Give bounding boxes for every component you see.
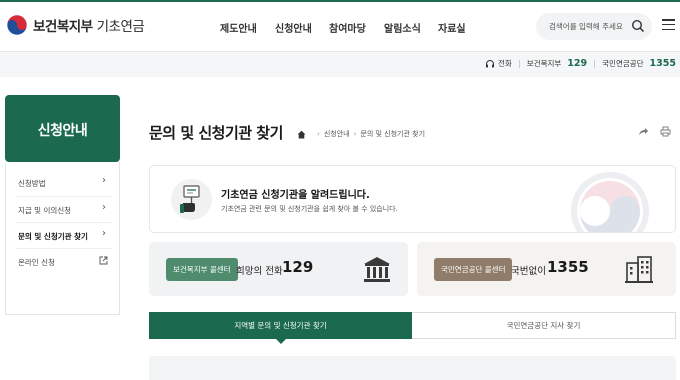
sidebar-item-payment-appeal[interactable]: 지급 및 이의신청 › bbox=[6, 196, 119, 222]
breadcrumb-separator: › bbox=[353, 130, 357, 138]
sidebar-item-online-apply[interactable]: 온라인 신청 bbox=[6, 248, 119, 274]
headset-icon bbox=[485, 59, 494, 67]
search-tabs: 지역별 문의 및 신청기관 찾기 국민연금공단 지사 찾기 bbox=[149, 312, 676, 344]
breadcrumb: › 신청안내 › 문의 및 신청기관 찾기 bbox=[297, 129, 425, 139]
chevron-right-icon: › bbox=[102, 175, 106, 186]
nav-item-system[interactable]: 제도안내 bbox=[220, 20, 257, 35]
print-icon[interactable] bbox=[660, 126, 671, 137]
sidebar-header: 신청안내 bbox=[5, 95, 120, 162]
nav-item-resources[interactable]: 자료실 bbox=[438, 20, 466, 35]
sidebar-item-apply-method[interactable]: 신청방법 › bbox=[6, 169, 119, 195]
callcenter-card-mohw[interactable]: 보건복지부 콜센터 희망의 전화 129 bbox=[149, 242, 408, 296]
tab-nps-branch-search[interactable]: 국민연금공단 지사 찾기 bbox=[412, 312, 676, 339]
card-label: 희망의 전화 bbox=[236, 266, 283, 277]
breadcrumb-separator: › bbox=[317, 130, 320, 138]
org1-number[interactable]: 129 bbox=[567, 58, 587, 69]
breadcrumb-current: 문의 및 신청기관 찾기 bbox=[360, 130, 426, 138]
divider bbox=[594, 59, 596, 68]
emblem-watermark-icon bbox=[571, 172, 649, 232]
nav-item-participation[interactable]: 참여마당 bbox=[329, 20, 366, 35]
sign-hand-icon bbox=[180, 185, 200, 213]
callcenter-badge: 보건복지부 콜센터 bbox=[166, 258, 238, 281]
share-icon[interactable] bbox=[638, 126, 649, 137]
chevron-right-icon: › bbox=[102, 228, 106, 239]
sidebar-item-label: 문의 및 신청기관 찾기 bbox=[18, 232, 88, 241]
callcenter-badge: 국민연금공단 콜센터 bbox=[434, 258, 513, 281]
site-logo[interactable]: 보건복지부 기초연금 bbox=[6, 14, 145, 36]
logo-text: 보건복지부 기초연금 bbox=[33, 15, 145, 35]
logo-sub: 기초연금 bbox=[96, 19, 145, 35]
card-phone-number[interactable]: 1355 bbox=[547, 258, 589, 276]
nav-item-news[interactable]: 알림소식 bbox=[384, 20, 421, 35]
sidebar-item-label: 신청방법 bbox=[18, 179, 46, 188]
logo-main: 보건복지부 bbox=[33, 19, 93, 35]
home-icon[interactable] bbox=[297, 130, 306, 139]
callcenter-card-nps[interactable]: 국민연금공단 콜센터 국번없이 1355 bbox=[417, 242, 676, 296]
page-title: 문의 및 신청기관 찾기 bbox=[149, 124, 283, 142]
hamburger-menu-icon[interactable] bbox=[662, 19, 675, 31]
chevron-right-icon: › bbox=[102, 202, 106, 213]
info-banner: 기초연금 신청기관을 알려드립니다. 기초연금 관련 문의 및 신청기관을 쉽게… bbox=[149, 165, 676, 233]
site-header: 보건복지부 기초연금 제도안내 신청안내 참여마당 알림소식 자료실 검색어를 입… bbox=[0, 0, 680, 52]
org1-name: 보건복지부 bbox=[526, 59, 562, 68]
info-description: 기초연금 관련 문의 및 신청기관을 쉽게 찾아 볼 수 있습니다. bbox=[221, 205, 398, 213]
sidebar-menu: 신청방법 › 지급 및 이의신청 › 문의 및 신청기관 찾기 › 온라인 신청 bbox=[5, 162, 120, 315]
office-building-icon bbox=[625, 256, 653, 283]
nav-item-apply[interactable]: 신청안내 bbox=[275, 20, 312, 35]
divider bbox=[518, 59, 520, 68]
search-box[interactable]: 검색어를 입력해 주세요 bbox=[536, 13, 652, 40]
info-illustration bbox=[171, 179, 212, 220]
phone-label: 전화 bbox=[497, 59, 512, 68]
search-input[interactable]: 검색어를 입력해 주세요 bbox=[549, 21, 623, 32]
sidebar-item-label: 지급 및 이의신청 bbox=[18, 206, 72, 215]
external-link-icon bbox=[99, 256, 108, 265]
card-label: 국번없이 bbox=[511, 266, 546, 277]
sidebar-title: 신청안내 bbox=[37, 123, 88, 139]
contact-strip: 전화 보건복지부 129 국민연금공단 1355 bbox=[0, 52, 680, 77]
taegeuk-logo-icon bbox=[6, 14, 28, 36]
government-building-icon bbox=[364, 257, 390, 282]
sidebar-item-inquiry-find[interactable]: 문의 및 신청기관 찾기 › bbox=[6, 222, 119, 248]
card-phone-number[interactable]: 129 bbox=[282, 258, 313, 276]
org2-name: 국민연금공단 bbox=[602, 59, 644, 68]
org2-number[interactable]: 1355 bbox=[650, 58, 676, 69]
tab-regional-search[interactable]: 지역별 문의 및 신청기관 찾기 bbox=[149, 312, 412, 344]
search-icon[interactable] bbox=[631, 19, 645, 33]
breadcrumb-item[interactable]: 신청안내 bbox=[324, 129, 350, 139]
search-panel bbox=[149, 356, 676, 380]
info-title: 기초연금 신청기관을 알려드립니다. bbox=[221, 190, 370, 201]
sidebar-item-label: 온라인 신청 bbox=[18, 258, 55, 267]
